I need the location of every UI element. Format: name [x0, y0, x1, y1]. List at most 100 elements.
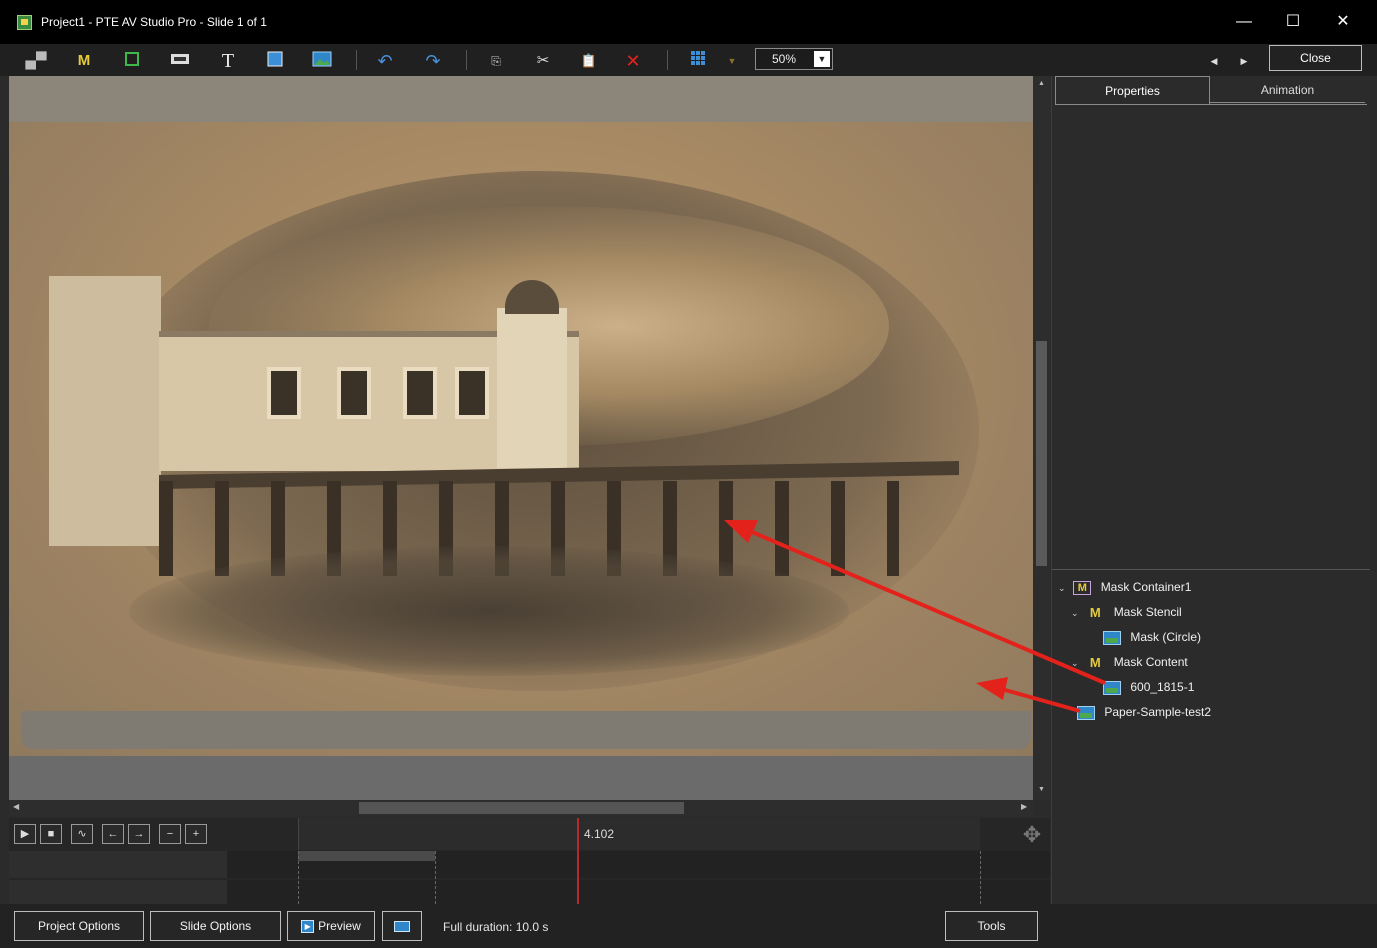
paste-copy-icon[interactable]: ⎘ [485, 50, 507, 72]
scroll-down-icon[interactable]: ▼ [1037, 786, 1046, 793]
paste-icon[interactable]: 📋 [578, 50, 600, 72]
timeline-track[interactable] [9, 880, 1050, 904]
prev-icon[interactable]: ◀ [1203, 50, 1225, 72]
title-bar: Project1 - PTE AV Studio Pro - Slide 1 o… [0, 0, 1377, 44]
window-close-button[interactable]: ✕ [1326, 10, 1360, 34]
rectangle-icon[interactable] [264, 50, 286, 72]
tab-properties[interactable]: Properties [1055, 76, 1210, 104]
tab-animation[interactable]: Animation [1210, 77, 1365, 103]
mask-container-icon: M [1073, 580, 1092, 595]
bottom-bar: Project Options Slide Options ▶ Preview F… [0, 904, 1377, 948]
panel-divider[interactable] [1052, 569, 1370, 570]
scroll-right-icon[interactable]: ▶ [1021, 802, 1027, 811]
chevron-down-icon[interactable]: ⌄ [1071, 603, 1083, 623]
scroll-left-icon[interactable]: ◀ [13, 802, 19, 811]
zoom-out-icon[interactable]: − [159, 824, 181, 844]
timeline-clip[interactable] [298, 851, 435, 861]
horizontal-scroll-thumb[interactable] [359, 802, 684, 814]
tree-item-mask-container[interactable]: ⌄ M Mask Container1 [1058, 577, 1191, 597]
track-header [9, 851, 227, 878]
frame-icon[interactable] [121, 50, 143, 72]
toolbar-separator [466, 50, 467, 70]
slide-options-button[interactable]: Slide Options [150, 911, 281, 941]
text-icon[interactable]: T [217, 50, 239, 72]
photo-window [403, 367, 437, 419]
image-icon[interactable] [311, 50, 333, 72]
photo-window [267, 367, 301, 419]
app-icon [17, 15, 32, 30]
mask-icon[interactable]: M [73, 50, 95, 72]
timeline-marker [435, 851, 436, 904]
scroll-up-icon[interactable]: ▲ [1037, 80, 1046, 87]
vertical-scrollbar[interactable]: ▲ ▼ [1033, 76, 1050, 800]
tree-item-label: 600_1815-1 [1130, 680, 1195, 694]
canvas-margin-bottom [21, 711, 1031, 749]
tools-button[interactable]: Tools [945, 911, 1038, 941]
horizontal-scrollbar[interactable]: ◀ ▶ [9, 800, 1033, 816]
tree-item-mask-stencil[interactable]: ⌄ M Mask Stencil [1071, 602, 1182, 622]
zoom-select[interactable]: 50% ▼ [755, 48, 833, 70]
tree-item-paper[interactable]: Paper-Sample-test2 [1077, 702, 1211, 722]
timeline-marker [298, 851, 299, 904]
full-duration-label: Full duration: 10.0 s [443, 920, 549, 934]
tree-item-mask-content[interactable]: ⌄ M Mask Content [1071, 652, 1188, 672]
tree-item-mask-circle[interactable]: Mask (Circle) [1103, 627, 1201, 647]
move-icon[interactable]: ✥ [1017, 820, 1047, 850]
track-header [9, 880, 227, 904]
preview-button[interactable]: ▶ Preview [287, 911, 375, 941]
tree-item-label: Paper-Sample-test2 [1104, 705, 1212, 719]
project-options-button[interactable]: Project Options [14, 911, 144, 941]
next-icon[interactable]: ▶ [1233, 50, 1255, 72]
maximize-button[interactable]: ☐ [1276, 10, 1310, 34]
camera-icon[interactable]: ▄▀ [25, 50, 47, 72]
chevron-down-icon[interactable]: ⌄ [1071, 653, 1083, 673]
step-forward-icon[interactable]: → [128, 824, 150, 844]
cut-icon[interactable]: ✂ [532, 50, 554, 72]
timeline-marker [980, 851, 981, 904]
chevron-down-icon[interactable]: ⌄ [1058, 578, 1070, 598]
photo-window [337, 367, 371, 419]
objects-panel: Properties Animation ⌄ M Mask Container1… [1051, 76, 1370, 904]
redo-icon[interactable]: ↷ [422, 50, 444, 72]
delete-icon[interactable]: ✕ [622, 50, 644, 72]
timeline[interactable]: ▶ ■ ∿ ← → − + 4.102 ✥ [9, 818, 1050, 904]
button-icon[interactable] [169, 50, 191, 72]
toolbar-separator [356, 50, 357, 70]
zoom-value: 50% [771, 52, 797, 66]
minimize-button[interactable]: — [1227, 10, 1261, 34]
close-button[interactable]: Close [1269, 45, 1362, 71]
timeline-track[interactable] [9, 851, 1050, 878]
grid-icon[interactable] [687, 50, 709, 72]
window-title: Project1 - PTE AV Studio Pro - Slide 1 o… [41, 15, 267, 29]
photo-beach [129, 546, 849, 676]
waveform-icon[interactable]: ∿ [71, 824, 93, 844]
vertical-scroll-thumb[interactable] [1036, 341, 1047, 566]
timeline-controls: ▶ ■ ∿ ← → − + [9, 818, 298, 850]
tree-item-photo[interactable]: 600_1815-1 [1103, 677, 1194, 697]
photo-pier-tower [497, 280, 567, 468]
zoom-in-icon[interactable]: + [185, 824, 207, 844]
mask-content-icon: M [1089, 654, 1101, 670]
chevron-down-icon[interactable]: ▼ [814, 51, 830, 67]
slide-canvas[interactable] [9, 76, 1033, 800]
photo-window [455, 367, 489, 419]
timeline-ruler[interactable] [298, 818, 980, 850]
screen-icon [394, 921, 410, 933]
undo-icon[interactable]: ↶ [374, 50, 396, 72]
grid-dropdown-icon[interactable]: ▼ [721, 50, 743, 72]
preview-icon: ▶ [301, 920, 315, 934]
screen-button[interactable] [382, 911, 422, 941]
toolbar-separator [667, 50, 668, 70]
timeline-playhead[interactable] [577, 818, 579, 904]
image-icon [1077, 705, 1095, 720]
step-back-icon[interactable]: ← [102, 824, 124, 844]
preview-label: Preview [318, 919, 361, 933]
tree-item-label: Mask Container1 [1100, 580, 1192, 594]
play-icon[interactable]: ▶ [14, 824, 36, 844]
canvas-margin-top [9, 76, 1033, 122]
properties-area [1055, 104, 1367, 569]
toolbar: ▄▀ M T ↶ ↷ ⎘ ✂ 📋 ✕ ▼ 50% ▼ ◀ ▶ Close [0, 44, 1377, 76]
image-icon [1103, 680, 1121, 695]
mask-stencil-icon: M [1089, 604, 1101, 620]
stop-icon[interactable]: ■ [40, 824, 62, 844]
